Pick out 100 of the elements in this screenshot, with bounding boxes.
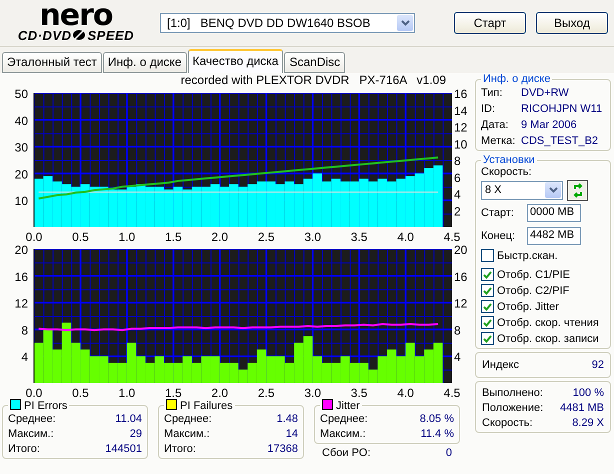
axis-label: 12 <box>454 296 468 311</box>
refresh-button[interactable] <box>567 180 588 200</box>
data-bar <box>90 186 100 227</box>
axis-label: 3.5 <box>350 230 368 243</box>
stat-value: 8.05 % <box>420 413 454 425</box>
data-bar <box>359 178 368 227</box>
axis-label: 16 <box>14 270 28 284</box>
data-bar <box>294 184 304 227</box>
checkbox-label: Отобр. скор. чтения <box>497 316 599 328</box>
end-field[interactable]: 4482 MB <box>527 227 581 245</box>
stat-value: 11.4 % <box>420 428 454 440</box>
checkbox[interactable] <box>481 268 494 281</box>
group-title: PI Failures <box>164 399 235 412</box>
group-title: PI Errors <box>8 399 70 412</box>
axis-label: 3.5 <box>350 386 368 399</box>
axis-label: 20 <box>14 167 28 182</box>
progress-label: Положение: <box>482 402 544 414</box>
refresh-icon <box>572 182 584 198</box>
axis-label: 8 <box>454 154 461 168</box>
stat-label: Максим.: <box>164 428 210 440</box>
axis-label: 2.0 <box>211 386 228 399</box>
checkbox[interactable] <box>481 332 494 345</box>
data-bar <box>406 176 415 227</box>
info-label: Тип: <box>481 86 504 98</box>
axis-label: 1.5 <box>165 230 182 243</box>
checkbox[interactable] <box>481 249 494 262</box>
data-bar <box>229 184 238 227</box>
info-label: Метка: <box>481 134 516 146</box>
progress-label: Скорость: <box>482 417 533 429</box>
data-bar <box>182 356 192 383</box>
axis-label: 40 <box>14 114 28 128</box>
axis-label: 3.0 <box>304 386 321 399</box>
axis-label: 4.0 <box>397 230 414 243</box>
axis-label: 10 <box>454 137 468 152</box>
stat-value: 144501 <box>105 443 142 455</box>
data-bar <box>266 356 276 383</box>
info-value: DVD+RW <box>521 86 569 98</box>
info-label: ID: <box>481 102 496 114</box>
start-label: Старт: <box>481 207 515 219</box>
stat-value: 17368 <box>267 443 298 455</box>
data-bar <box>424 168 434 227</box>
stat-value: 0 <box>446 447 452 459</box>
disc-icon <box>72 29 86 41</box>
index-label: Индекс <box>482 359 519 371</box>
data-bar <box>331 362 341 383</box>
axis-label: 4.5 <box>444 386 460 399</box>
index-value: 92 <box>592 359 604 371</box>
axis-label: 0.0 <box>26 386 42 399</box>
stat-label: Сбои PO: <box>322 447 371 459</box>
checkbox[interactable] <box>481 284 494 297</box>
speed-select[interactable]: 8 X <box>481 180 563 200</box>
checkbox[interactable] <box>481 316 494 329</box>
group-title: Установки <box>482 154 536 166</box>
axis-label: 16 <box>454 270 468 284</box>
logo-word: nero <box>39 4 113 28</box>
axis-label: 10 <box>14 194 28 208</box>
start-field[interactable]: 0000 MB <box>527 204 581 222</box>
data-bar <box>99 186 108 227</box>
group-title: Jitter <box>320 399 362 412</box>
info-value: RICOHJPN W11 <box>521 102 602 114</box>
chevron-down-icon <box>548 187 558 193</box>
data-bar <box>340 181 350 227</box>
stat-value: 14 <box>286 428 298 440</box>
stat-label: Среднее: <box>164 413 212 425</box>
checkbox-label: Отобр. C2/PIF <box>497 284 570 296</box>
data-bar <box>164 362 174 383</box>
info-value: CDS_TEST_B2 <box>521 134 598 146</box>
chart-caption: recorded with PLEXTOR DVDR PX-716A v1.09 <box>180 73 446 87</box>
drive-select[interactable]: [1:0] BENQ DVD DD DW1640 BSOB <box>160 13 415 33</box>
axis-label: 2.0 <box>211 230 228 243</box>
data-bar <box>118 189 127 227</box>
data-bar <box>52 181 62 227</box>
tab[interactable]: Инф. о диске <box>102 52 186 73</box>
axis-label: 4.5 <box>444 230 460 243</box>
chevron-down-icon <box>400 20 410 26</box>
data-bar <box>248 184 257 227</box>
axis-label: 30 <box>14 140 28 155</box>
data-bar <box>276 356 285 383</box>
axis-label: 0.5 <box>72 230 89 243</box>
data-bar <box>331 178 341 227</box>
data-bar <box>90 356 100 383</box>
data-bar <box>201 186 210 227</box>
data-bar <box>136 184 146 227</box>
data-bar <box>164 189 174 227</box>
toolbar-button[interactable]: Выход <box>536 12 608 34</box>
data-bar <box>266 181 276 227</box>
axis-label: 2.5 <box>258 386 275 399</box>
checkbox-label: Отобр. Jitter <box>497 300 559 312</box>
tab[interactable]: ScanDisc <box>284 52 346 73</box>
stat-value: 11.04 <box>115 413 142 425</box>
axis-label: 20 <box>14 243 28 257</box>
axis-label: 0.0 <box>26 230 42 243</box>
axis-label: 1.5 <box>165 386 182 399</box>
axis-label: 50 <box>14 87 28 101</box>
checkbox[interactable] <box>481 300 494 313</box>
tab[interactable]: Эталонный тест <box>2 52 102 73</box>
axis-label: 3.0 <box>304 230 321 243</box>
tab[interactable]: Качество диска <box>188 49 284 73</box>
axis-label: 8 <box>454 323 461 338</box>
toolbar-button[interactable]: Старт <box>454 12 526 34</box>
